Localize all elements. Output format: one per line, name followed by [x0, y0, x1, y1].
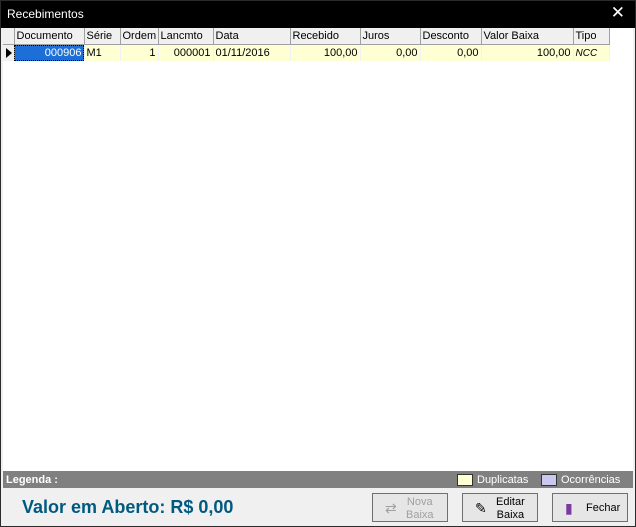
- cell-valor-baixa[interactable]: 100,00: [481, 44, 574, 61]
- fechar-button[interactable]: ▮ Fechar: [552, 493, 628, 522]
- add-transfer-icon: ⇄: [385, 500, 397, 516]
- legend-label: Legenda :: [6, 474, 58, 486]
- footer-panel: Valor em Aberto: R$ 0,00 ⇄ Nova Baixa ✎ E…: [3, 489, 633, 526]
- row-indicator-header: [3, 28, 15, 45]
- cell-serie[interactable]: M1: [84, 44, 121, 61]
- legend-bar: Legenda : Duplicatas Ocorrências: [3, 472, 633, 488]
- cell-desconto[interactable]: 0,00: [420, 44, 482, 61]
- cell-lancmto[interactable]: 000001: [158, 44, 214, 61]
- editar-baixa-label-line1: Editar: [496, 496, 525, 508]
- window-title: Recebimentos: [7, 7, 84, 21]
- edit-document-icon: ✎: [475, 500, 487, 516]
- column-header-lancmto[interactable]: Lancmto: [158, 28, 214, 45]
- cell-juros[interactable]: 0,00: [360, 44, 421, 61]
- fechar-label: Fechar: [586, 502, 621, 514]
- nova-baixa-button[interactable]: ⇄ Nova Baixa: [372, 493, 448, 522]
- cell-ordem[interactable]: 1: [120, 44, 159, 61]
- editar-baixa-label-line2: Baixa: [496, 509, 525, 521]
- column-header-documento[interactable]: Documento: [14, 28, 85, 45]
- grid-header-row: Documento Série Ordem Lancmto Data Receb…: [3, 28, 610, 45]
- legend-duplicatas: Duplicatas: [477, 474, 529, 486]
- cell-data[interactable]: 01/11/2016: [213, 44, 291, 61]
- valor-em-aberto: Valor em Aberto: R$ 0,00: [22, 497, 234, 517]
- nova-baixa-label-line2: Baixa: [406, 509, 434, 521]
- editar-baixa-button[interactable]: ✎ Editar Baixa: [462, 493, 538, 522]
- nova-baixa-label-line1: Nova: [406, 496, 433, 508]
- recebimentos-grid[interactable]: Documento Série Ordem Lancmto Data Receb…: [3, 28, 633, 472]
- cell-recebido[interactable]: 100,00: [290, 44, 361, 61]
- column-header-tipo[interactable]: Tipo: [573, 28, 610, 45]
- column-header-valor-baixa[interactable]: Valor Baixa: [481, 28, 574, 45]
- cell-tipo[interactable]: NCC: [573, 44, 610, 61]
- column-header-juros[interactable]: Juros: [360, 28, 421, 45]
- recebimentos-window: Recebimentos ✕ Documento Série Ordem Lan…: [0, 0, 636, 527]
- column-header-serie[interactable]: Série: [84, 28, 121, 45]
- column-header-desconto[interactable]: Desconto: [420, 28, 482, 45]
- current-row-indicator-icon: [3, 44, 15, 61]
- title-bar: Recebimentos ✕: [1, 1, 635, 28]
- ocorrencias-swatch: [541, 474, 557, 486]
- column-header-ordem[interactable]: Ordem: [120, 28, 159, 45]
- door-exit-icon: ▮: [565, 500, 573, 516]
- cell-documento[interactable]: 000906: [14, 44, 85, 61]
- duplicatas-swatch: [457, 474, 473, 486]
- table-row[interactable]: 000906 M1 1 000001 01/11/2016 100,00 0,0…: [3, 44, 610, 61]
- legend-ocorrencias: Ocorrências: [561, 474, 621, 486]
- column-header-data[interactable]: Data: [213, 28, 291, 45]
- close-icon[interactable]: ✕: [611, 3, 625, 23]
- column-header-recebido[interactable]: Recebido: [290, 28, 361, 45]
